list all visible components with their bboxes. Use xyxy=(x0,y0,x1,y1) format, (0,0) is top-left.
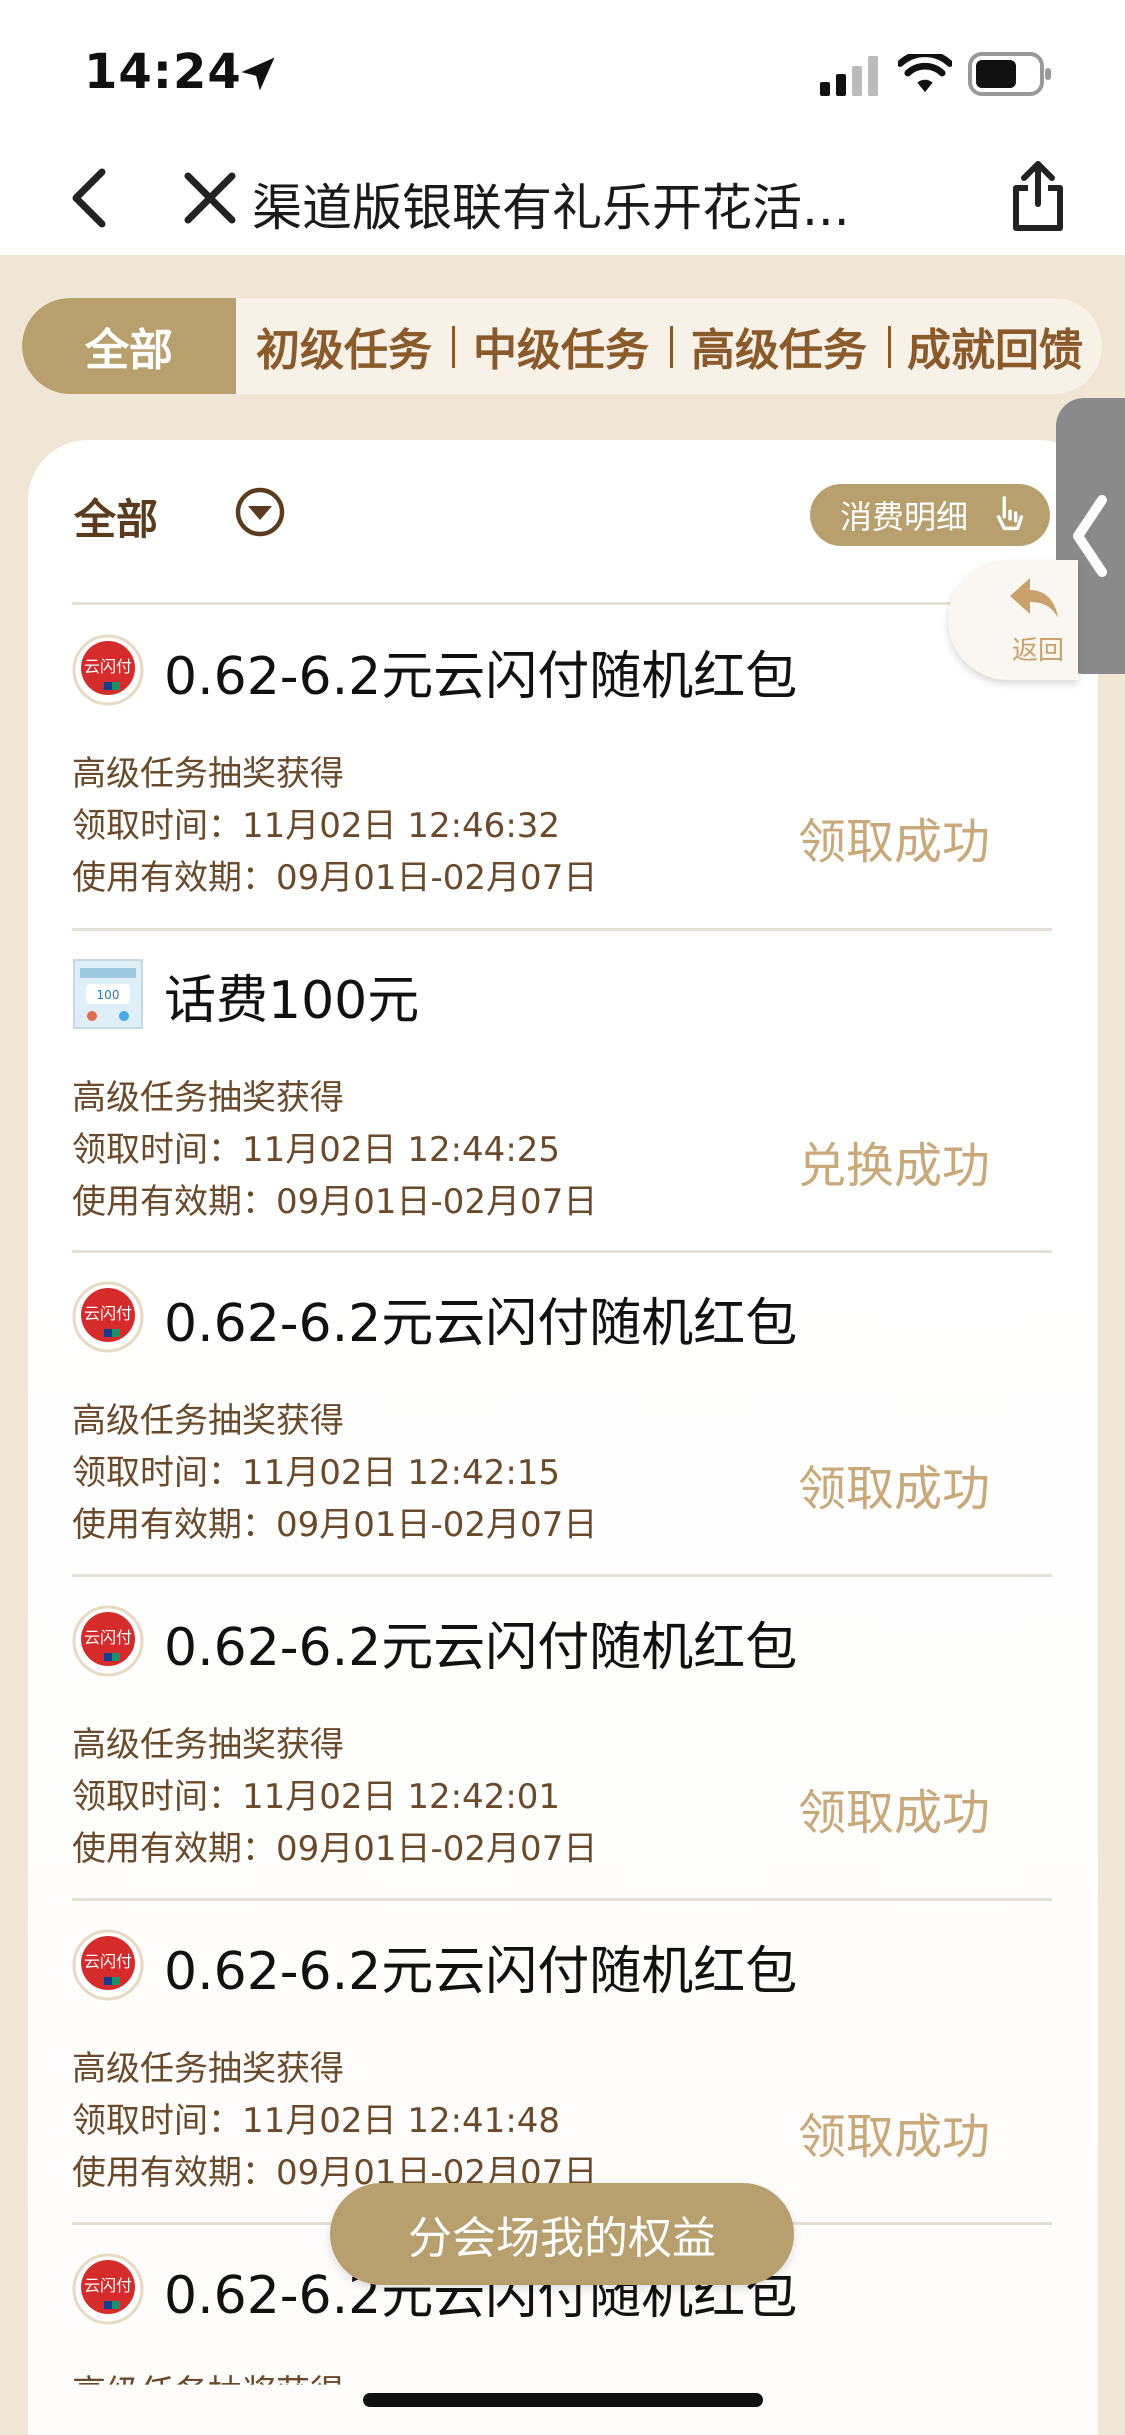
tab-achievement-rewards[interactable]: 成就回馈 xyxy=(888,298,1102,394)
consumption-detail-button[interactable]: 消费明细 xyxy=(810,484,1050,546)
item-status: 领取成功 xyxy=(797,1785,990,1841)
item-title: 0.62-6.2元云闪付随机红包 xyxy=(164,1294,798,1354)
sub-venue-my-benefits-button[interactable]: 分会场我的权益 xyxy=(330,2183,794,2285)
dropdown-circle-icon xyxy=(235,487,285,537)
svg-text:云闪付: 云闪付 xyxy=(84,1304,132,1323)
item-claim-time: 领取时间：11月02日 12:41:48 xyxy=(72,2101,561,2141)
tab-intermediate-tasks[interactable]: 中级任务 xyxy=(452,298,670,394)
page-title: 渠道版银联有礼乐开花活... xyxy=(252,179,850,237)
item-validity: 使用有效期：09月01日-02月07日 xyxy=(72,1829,598,1869)
wifi-icon xyxy=(898,54,952,93)
item-title: 0.62-6.2元云闪付随机红包 xyxy=(164,647,798,707)
tab-all[interactable]: 全部 xyxy=(22,298,236,394)
share-icon[interactable] xyxy=(1010,160,1066,232)
tab-junior-tasks[interactable]: 初级任务 xyxy=(236,298,452,394)
svg-text:云闪付: 云闪付 xyxy=(84,1952,132,1971)
list-item: 云闪付 0.62-6.2元云闪付随机红包 高级任务抽奖获得 领取时间：11月02… xyxy=(72,1253,1052,1575)
battery-icon xyxy=(968,52,1051,96)
item-status: 领取成功 xyxy=(797,814,990,870)
tab-advanced-tasks[interactable]: 高级任务 xyxy=(670,298,888,394)
unionpay-logo-icon: 云闪付 xyxy=(72,634,144,706)
location-arrow-icon xyxy=(241,57,275,91)
consumption-detail-label: 消费明细 xyxy=(840,498,969,536)
item-status: 兑换成功 xyxy=(797,1138,990,1194)
item-title: 话费100元 xyxy=(164,971,420,1031)
back-chevron-icon[interactable] xyxy=(66,166,110,230)
item-claim-time: 领取时间：11月02日 12:42:01 xyxy=(72,1777,561,1817)
item-title: 0.62-6.2元云闪付随机红包 xyxy=(164,1942,798,2002)
nav-bar: 渠道版银联有礼乐开花活... xyxy=(0,140,1125,255)
item-source: 高级任务抽奖获得 xyxy=(72,2373,344,2413)
item-validity: 使用有效期：09月01日-02月07日 xyxy=(72,1505,598,1545)
list-item: 云闪付 0.62-6.2元云闪付随机红包 高级任务抽奖获得 领取时间：11月02… xyxy=(72,606,1052,928)
task-tabs: 全部 初级任务 中级任务 高级任务 成就回馈 xyxy=(22,298,1102,394)
cellular-signal-icon xyxy=(820,56,878,96)
unionpay-logo-icon: 云闪付 xyxy=(72,2253,144,2325)
item-status: 领取成功 xyxy=(797,2109,990,2165)
item-source: 高级任务抽奖获得 xyxy=(72,2049,344,2089)
item-source: 高级任务抽奖获得 xyxy=(72,754,344,794)
home-indicator xyxy=(363,2393,763,2407)
close-icon[interactable] xyxy=(182,170,238,226)
svg-text:100: 100 xyxy=(97,988,120,1002)
item-claim-time: 领取时间：11月02日 12:46:32 xyxy=(72,806,561,846)
return-label: 返回 xyxy=(1012,636,1065,666)
list-item: 云闪付 0.62-6.2元云闪付随机红包 高级任务抽奖获得 领取时间：11月02… xyxy=(72,1901,1052,2223)
unionpay-logo-icon: 云闪付 xyxy=(72,1281,144,1353)
hand-pointer-icon xyxy=(996,496,1024,531)
filter-label: 全部 xyxy=(74,495,159,544)
list-item: 云闪付 0.62-6.2元云闪付随机红包 高级任务抽奖获得 领取时间：11月02… xyxy=(72,1577,1052,1899)
item-claim-time: 领取时间：11月02日 12:42:15 xyxy=(72,1453,561,1493)
item-status: 领取成功 xyxy=(797,1461,990,1517)
list-item: 100 话费100元 高级任务抽奖获得 领取时间：11月02日 12:44:25… xyxy=(72,930,1052,1252)
phone-credit-thumbnail-icon: 100 xyxy=(73,959,143,1029)
status-time: 14:24 xyxy=(84,44,242,100)
item-title: 0.62-6.2元云闪付随机红包 xyxy=(164,1618,798,1678)
item-source: 高级任务抽奖获得 xyxy=(72,1401,344,1441)
return-button[interactable]: 返回 xyxy=(948,560,1078,680)
svg-text:云闪付: 云闪付 xyxy=(84,2276,132,2295)
svg-text:云闪付: 云闪付 xyxy=(84,657,132,676)
status-bar: 14:24 xyxy=(0,0,1125,140)
item-source: 高级任务抽奖获得 xyxy=(72,1725,344,1765)
item-validity: 使用有效期：09月01日-02月07日 xyxy=(72,1182,598,1222)
item-claim-time: 领取时间：11月02日 12:44:25 xyxy=(72,1130,561,1170)
rewards-card: 全部 消费明细 云闪付 0.62-6.2元云闪付随机红包 高级任务抽奖获得 领取… xyxy=(28,440,1098,2435)
item-validity: 使用有效期：09月01日-02月07日 xyxy=(72,858,598,898)
item-source: 高级任务抽奖获得 xyxy=(72,1078,344,1118)
divider xyxy=(72,602,1052,605)
svg-text:云闪付: 云闪付 xyxy=(84,1628,132,1647)
return-arrow-icon xyxy=(1010,578,1058,618)
unionpay-logo-icon: 云闪付 xyxy=(72,1605,144,1677)
unionpay-logo-icon: 云闪付 xyxy=(72,1929,144,2001)
filter-dropdown[interactable]: 全部 xyxy=(74,486,285,547)
